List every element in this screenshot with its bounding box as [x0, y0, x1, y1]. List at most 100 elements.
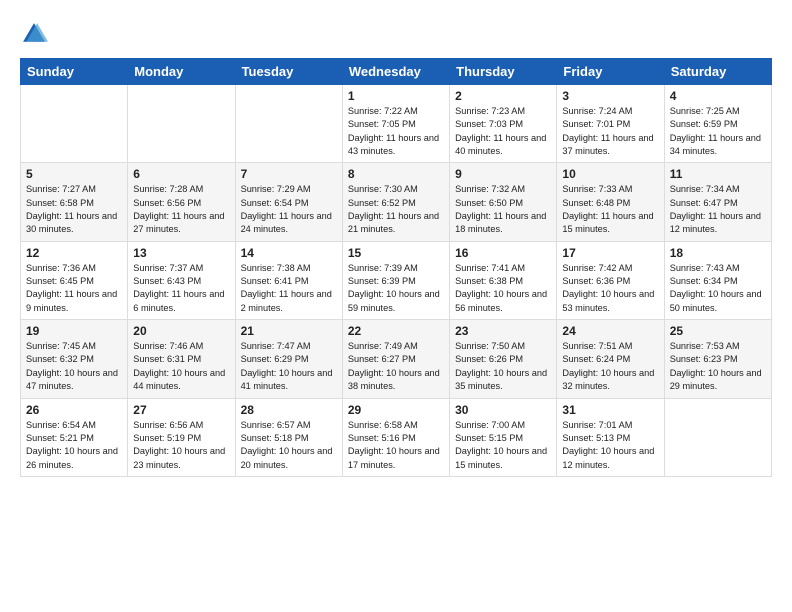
- day-info: Sunrise: 7:38 AMSunset: 6:41 PMDaylight:…: [241, 262, 337, 315]
- day-cell: 31Sunrise: 7:01 AMSunset: 5:13 PMDayligh…: [557, 398, 664, 476]
- day-number: 28: [241, 403, 337, 417]
- calendar-header-row: SundayMondayTuesdayWednesdayThursdayFrid…: [21, 59, 772, 85]
- day-info: Sunrise: 7:53 AMSunset: 6:23 PMDaylight:…: [670, 340, 766, 393]
- header-day-sunday: Sunday: [21, 59, 128, 85]
- day-cell: 2Sunrise: 7:23 AMSunset: 7:03 PMDaylight…: [450, 85, 557, 163]
- week-row-1: 1 Sunrise: 7:22 AMSunset: 7:05 PMDaylight…: [21, 85, 772, 163]
- day-info: Sunrise: 6:54 AMSunset: 5:21 PMDaylight:…: [26, 419, 122, 472]
- day-info: Sunrise: 7:27 AMSunset: 6:58 PMDaylight:…: [26, 183, 122, 236]
- day-cell: 27 Sunrise: 6:56 AMSunset: 5:19 PMDayligh…: [128, 398, 235, 476]
- day-cell: [128, 85, 235, 163]
- day-cell: 14 Sunrise: 7:38 AMSunset: 6:41 PMDayligh…: [235, 241, 342, 319]
- day-cell: 12 Sunrise: 7:36 AMSunset: 6:45 PMDayligh…: [21, 241, 128, 319]
- day-number: 9: [455, 167, 551, 181]
- header-day-wednesday: Wednesday: [342, 59, 449, 85]
- day-info: Sunrise: 7:00 AMSunset: 5:15 PMDaylight:…: [455, 419, 551, 472]
- day-info: Sunrise: 6:56 AMSunset: 5:19 PMDaylight:…: [133, 419, 229, 472]
- day-number: 20: [133, 324, 229, 338]
- day-info: Sunrise: 7:32 AMSunset: 6:50 PMDaylight:…: [455, 183, 551, 236]
- day-info: Sunrise: 7:47 AMSunset: 6:29 PMDaylight:…: [241, 340, 337, 393]
- day-info: Sunrise: 7:24 AMSunset: 7:01 PMDaylight:…: [562, 105, 658, 158]
- day-cell: 3 Sunrise: 7:24 AMSunset: 7:01 PMDaylight…: [557, 85, 664, 163]
- day-cell: 26 Sunrise: 6:54 AMSunset: 5:21 PMDayligh…: [21, 398, 128, 476]
- day-number: 10: [562, 167, 658, 181]
- header-day-monday: Monday: [128, 59, 235, 85]
- day-cell: 25 Sunrise: 7:53 AMSunset: 6:23 PMDayligh…: [664, 320, 771, 398]
- day-number: 21: [241, 324, 337, 338]
- week-row-5: 26 Sunrise: 6:54 AMSunset: 5:21 PMDayligh…: [21, 398, 772, 476]
- day-info: Sunrise: 6:57 AMSunset: 5:18 PMDaylight:…: [241, 419, 337, 472]
- day-cell: [235, 85, 342, 163]
- day-number: 7: [241, 167, 337, 181]
- day-cell: 19 Sunrise: 7:45 AMSunset: 6:32 PMDayligh…: [21, 320, 128, 398]
- day-number: 30: [455, 403, 551, 417]
- logo: [20, 20, 52, 48]
- day-cell: 17 Sunrise: 7:42 AMSunset: 6:36 PMDayligh…: [557, 241, 664, 319]
- day-info: Sunrise: 7:34 AMSunset: 6:47 PMDaylight:…: [670, 183, 766, 236]
- day-info: Sunrise: 7:22 AMSunset: 7:05 PMDaylight:…: [348, 105, 444, 158]
- day-number: 19: [26, 324, 122, 338]
- day-info: Sunrise: 7:25 AMSunset: 6:59 PMDaylight:…: [670, 105, 766, 158]
- day-number: 15: [348, 246, 444, 260]
- day-info: Sunrise: 7:41 AMSunset: 6:38 PMDaylight:…: [455, 262, 551, 315]
- day-cell: 22 Sunrise: 7:49 AMSunset: 6:27 PMDayligh…: [342, 320, 449, 398]
- day-info: Sunrise: 7:45 AMSunset: 6:32 PMDaylight:…: [26, 340, 122, 393]
- day-info: Sunrise: 7:28 AMSunset: 6:56 PMDaylight:…: [133, 183, 229, 236]
- day-info: Sunrise: 7:29 AMSunset: 6:54 PMDaylight:…: [241, 183, 337, 236]
- day-info: Sunrise: 7:30 AMSunset: 6:52 PMDaylight:…: [348, 183, 444, 236]
- day-number: 14: [241, 246, 337, 260]
- day-number: 1: [348, 89, 444, 103]
- header-day-thursday: Thursday: [450, 59, 557, 85]
- day-info: Sunrise: 7:39 AMSunset: 6:39 PMDaylight:…: [348, 262, 444, 315]
- header: [20, 16, 772, 48]
- day-info: Sunrise: 6:58 AMSunset: 5:16 PMDaylight:…: [348, 419, 444, 472]
- header-day-tuesday: Tuesday: [235, 59, 342, 85]
- day-number: 4: [670, 89, 766, 103]
- day-number: 13: [133, 246, 229, 260]
- day-number: 11: [670, 167, 766, 181]
- day-number: 18: [670, 246, 766, 260]
- day-info: Sunrise: 7:36 AMSunset: 6:45 PMDaylight:…: [26, 262, 122, 315]
- week-row-2: 5 Sunrise: 7:27 AMSunset: 6:58 PMDaylight…: [21, 163, 772, 241]
- day-info: Sunrise: 7:42 AMSunset: 6:36 PMDaylight:…: [562, 262, 658, 315]
- header-day-friday: Friday: [557, 59, 664, 85]
- day-info: Sunrise: 7:33 AMSunset: 6:48 PMDaylight:…: [562, 183, 658, 236]
- day-cell: 15 Sunrise: 7:39 AMSunset: 6:39 PMDayligh…: [342, 241, 449, 319]
- day-cell: [664, 398, 771, 476]
- header-day-saturday: Saturday: [664, 59, 771, 85]
- day-cell: [21, 85, 128, 163]
- day-cell: 10 Sunrise: 7:33 AMSunset: 6:48 PMDayligh…: [557, 163, 664, 241]
- day-number: 3: [562, 89, 658, 103]
- day-number: 31: [562, 403, 658, 417]
- day-cell: 30 Sunrise: 7:00 AMSunset: 5:15 PMDayligh…: [450, 398, 557, 476]
- day-cell: 21 Sunrise: 7:47 AMSunset: 6:29 PMDayligh…: [235, 320, 342, 398]
- day-cell: 9 Sunrise: 7:32 AMSunset: 6:50 PMDaylight…: [450, 163, 557, 241]
- day-info: Sunrise: 7:50 AMSunset: 6:26 PMDaylight:…: [455, 340, 551, 393]
- day-info: Sunrise: 7:46 AMSunset: 6:31 PMDaylight:…: [133, 340, 229, 393]
- calendar-table: SundayMondayTuesdayWednesdayThursdayFrid…: [20, 58, 772, 477]
- day-info: Sunrise: 7:49 AMSunset: 6:27 PMDaylight:…: [348, 340, 444, 393]
- day-number: 16: [455, 246, 551, 260]
- day-number: 26: [26, 403, 122, 417]
- day-number: 2: [455, 89, 551, 103]
- day-number: 24: [562, 324, 658, 338]
- day-number: 22: [348, 324, 444, 338]
- day-cell: 8Sunrise: 7:30 AMSunset: 6:52 PMDaylight…: [342, 163, 449, 241]
- day-number: 23: [455, 324, 551, 338]
- logo-icon: [20, 20, 48, 48]
- day-cell: 20 Sunrise: 7:46 AMSunset: 6:31 PMDayligh…: [128, 320, 235, 398]
- day-cell: 4 Sunrise: 7:25 AMSunset: 6:59 PMDaylight…: [664, 85, 771, 163]
- day-cell: 6Sunrise: 7:28 AMSunset: 6:56 PMDaylight…: [128, 163, 235, 241]
- day-number: 17: [562, 246, 658, 260]
- page: SundayMondayTuesdayWednesdayThursdayFrid…: [0, 0, 792, 612]
- day-number: 25: [670, 324, 766, 338]
- day-number: 12: [26, 246, 122, 260]
- day-cell: 11 Sunrise: 7:34 AMSunset: 6:47 PMDayligh…: [664, 163, 771, 241]
- day-number: 27: [133, 403, 229, 417]
- day-cell: 16 Sunrise: 7:41 AMSunset: 6:38 PMDayligh…: [450, 241, 557, 319]
- day-cell: 23 Sunrise: 7:50 AMSunset: 6:26 PMDayligh…: [450, 320, 557, 398]
- day-cell: 18Sunrise: 7:43 AMSunset: 6:34 PMDayligh…: [664, 241, 771, 319]
- day-cell: 5 Sunrise: 7:27 AMSunset: 6:58 PMDaylight…: [21, 163, 128, 241]
- day-number: 29: [348, 403, 444, 417]
- day-number: 5: [26, 167, 122, 181]
